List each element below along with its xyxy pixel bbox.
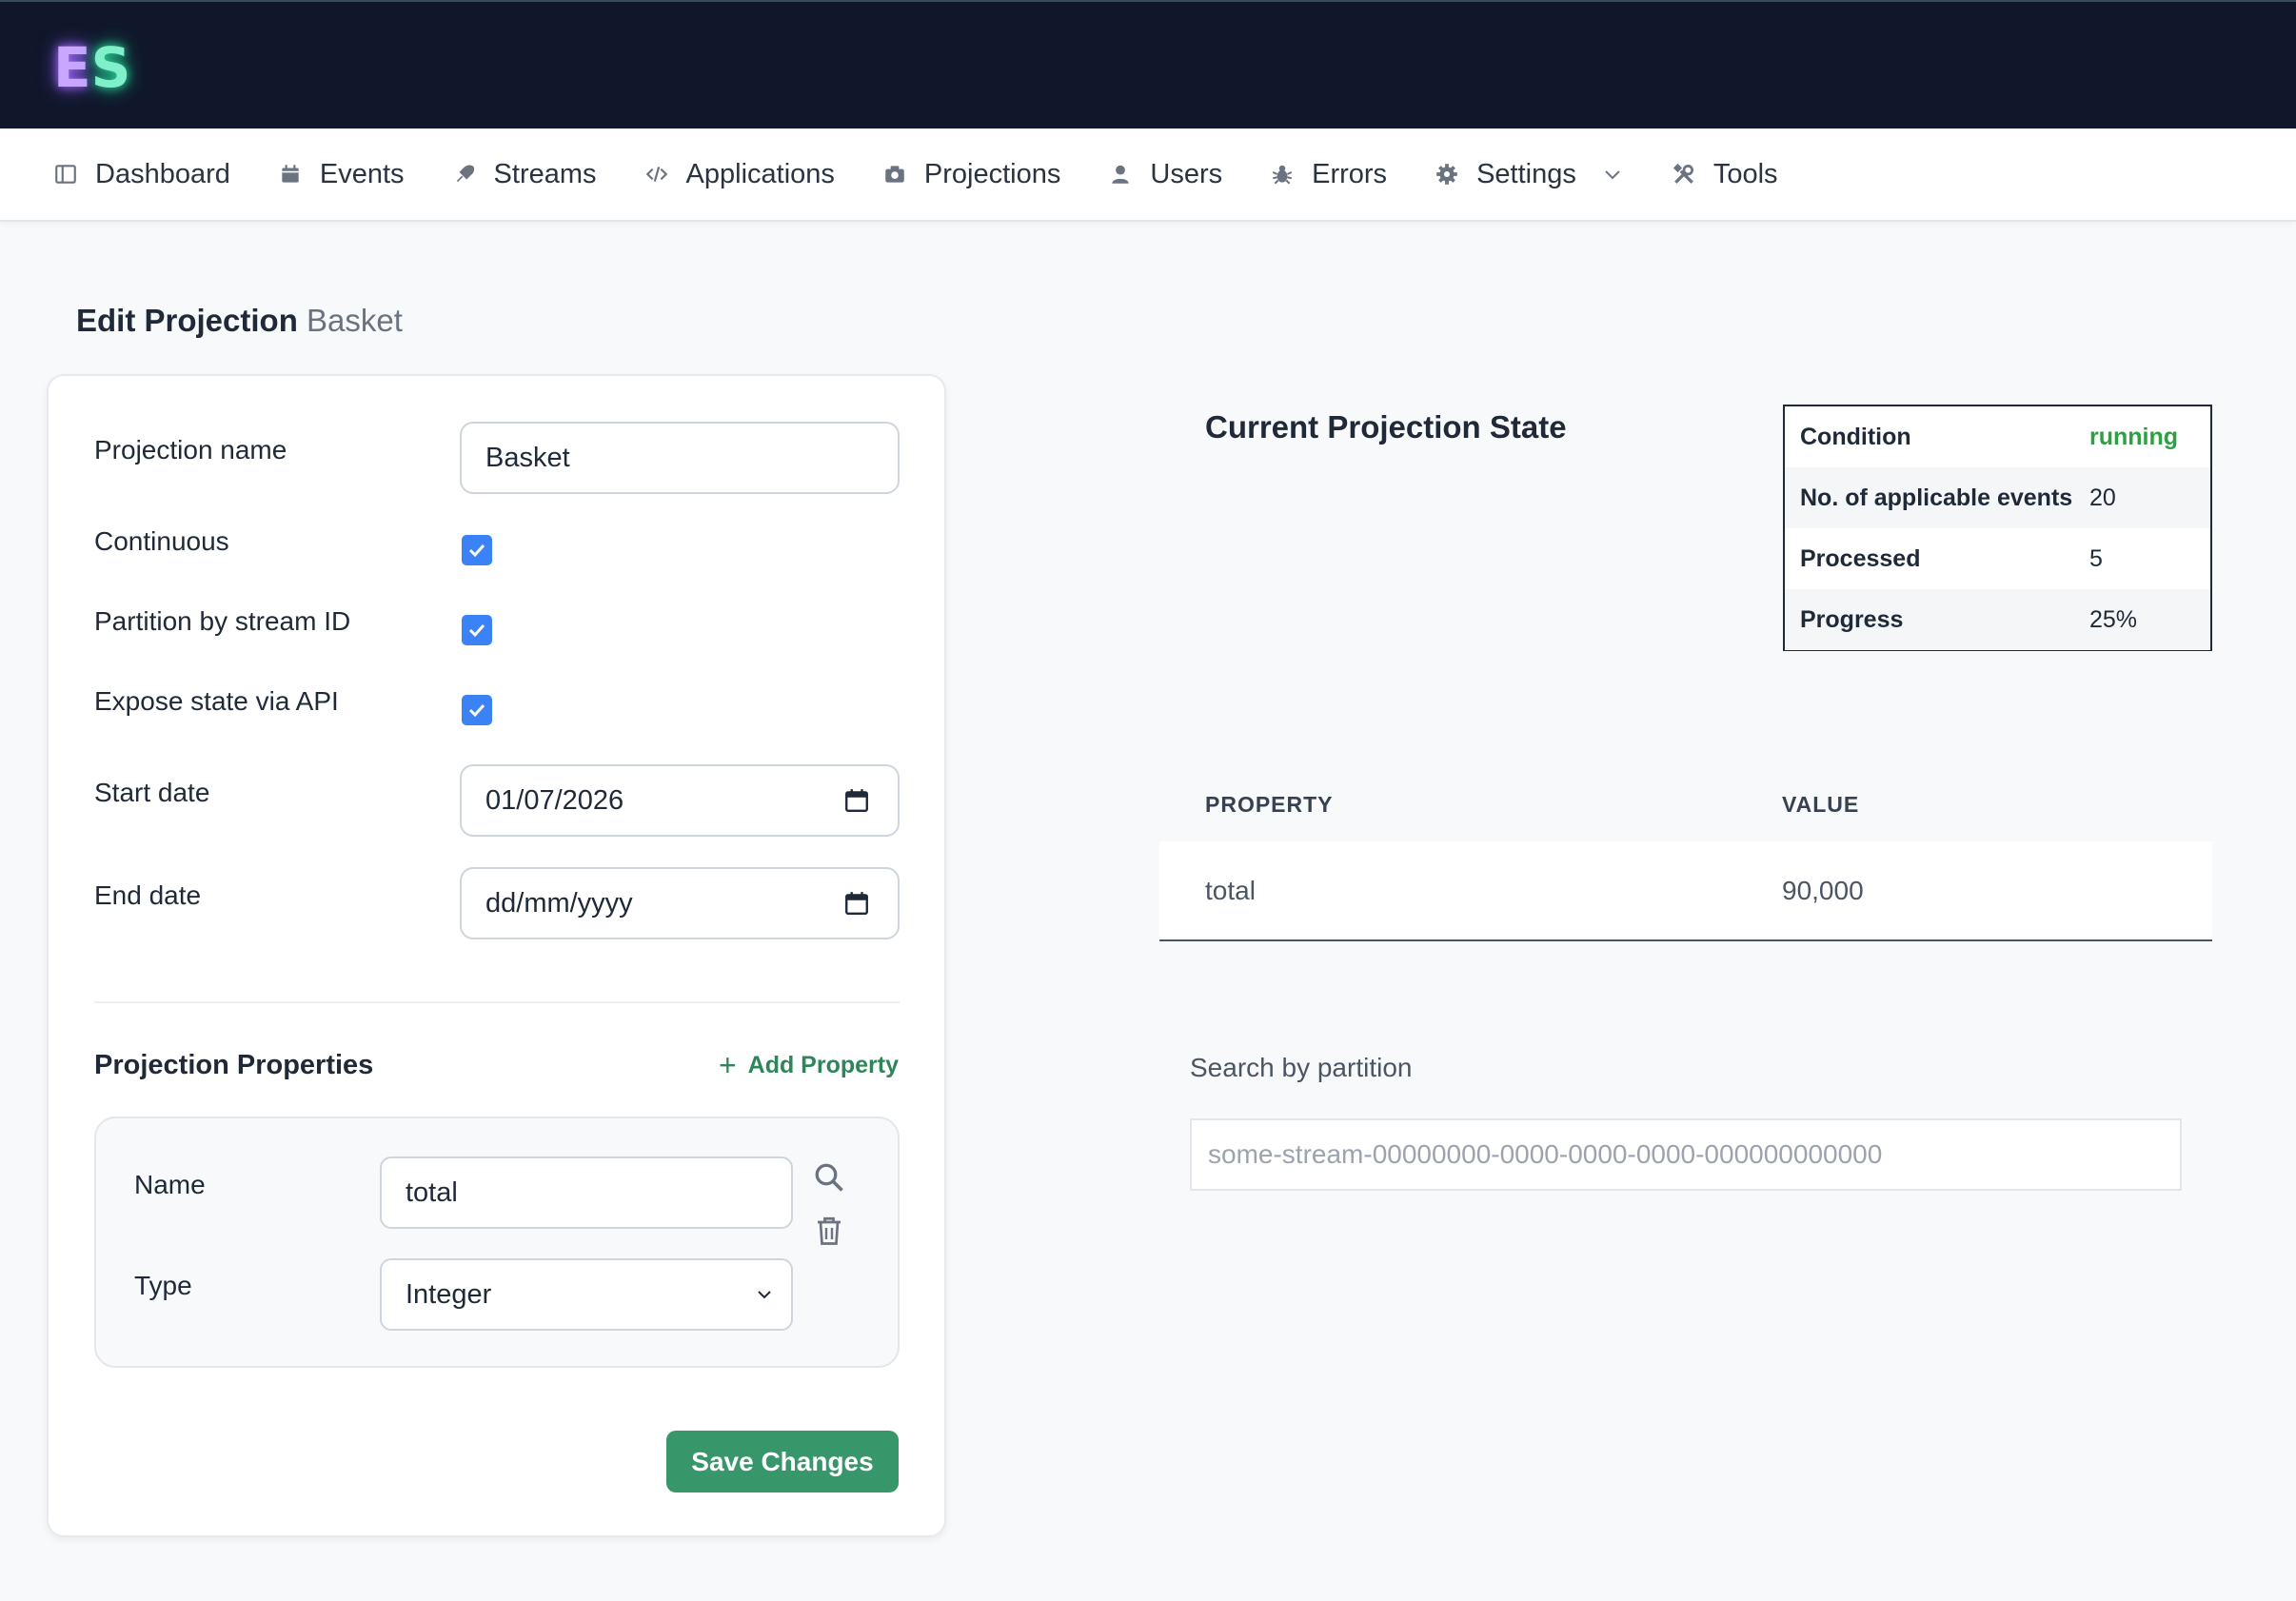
column-header-property: PROPERTY (1205, 792, 1334, 817)
start-date-label: Start date (94, 778, 210, 807)
bug-icon (1270, 162, 1295, 187)
value-cell: 90,000 (1782, 876, 1864, 905)
state-row: Progress 25% (1785, 589, 2210, 650)
save-changes-button[interactable]: Save Changes (666, 1431, 899, 1492)
partition-label: Partition by stream ID (94, 606, 351, 636)
search-partition-placeholder: some-stream-00000000-0000-0000-0000-0000… (1208, 1139, 1883, 1169)
expose-label: Expose state via API (94, 686, 339, 716)
edit-projection-form: Projection name Basket Continuous Partit… (47, 374, 946, 1537)
nav-settings[interactable]: Settings (1435, 159, 1624, 190)
state-value: 25% (2089, 605, 2138, 633)
nav-projections-label: Projections (923, 158, 1061, 189)
logo-letter-e: E (53, 35, 91, 100)
plus-icon: + (718, 1048, 737, 1082)
add-property-button[interactable]: + Add Property (718, 1048, 899, 1082)
projection-name-value: Basket (485, 442, 570, 473)
state-key: Condition (1800, 423, 1911, 450)
nav-projections[interactable]: Projections (882, 159, 1060, 190)
calendar-icon (278, 162, 303, 187)
property-name-input[interactable]: total (380, 1156, 793, 1229)
projection-name-label: Projection name (94, 435, 287, 464)
chevron-down-icon (758, 1291, 771, 1299)
end-date-placeholder: dd/mm/yyyy (485, 887, 633, 919)
projection-state-table: Condition running No. of applicable even… (1783, 405, 2212, 651)
expose-checkbox[interactable] (462, 695, 492, 725)
search-partition-input[interactable]: some-stream-00000000-0000-0000-0000-0000… (1190, 1118, 2182, 1191)
property-name-label: Name (134, 1170, 206, 1199)
state-value: 20 (2089, 484, 2116, 511)
top-bar: ES (0, 0, 2296, 128)
nav-errors-label: Errors (1312, 158, 1388, 189)
continuous-checkbox[interactable] (462, 535, 492, 565)
main-nav: Dashboard Events Streams Applications Pr… (0, 128, 2296, 222)
user-icon (1108, 162, 1133, 187)
nav-dashboard[interactable]: Dashboard (53, 159, 230, 190)
start-date-value: 01/07/2026 (485, 784, 624, 816)
chevron-down-icon[interactable] (1601, 163, 1624, 186)
property-type-value: Integer (406, 1278, 492, 1310)
nav-users[interactable]: Users (1108, 159, 1222, 190)
calendar-icon[interactable] (844, 890, 869, 917)
properties-table-header: PROPERTY VALUE (1205, 792, 2212, 818)
nav-tools-label: Tools (1712, 158, 1778, 189)
nav-applications-label: Applications (685, 158, 835, 189)
table-row: total 90,000 (1159, 841, 2212, 941)
app-logo[interactable]: ES (53, 36, 130, 99)
camera-icon (882, 162, 907, 187)
form-divider (94, 1001, 900, 1003)
calendar-icon[interactable] (844, 787, 869, 814)
nav-events-label: Events (319, 158, 405, 189)
partition-checkbox[interactable] (462, 615, 492, 645)
end-date-input[interactable]: dd/mm/yyyy (460, 867, 900, 939)
state-row: No. of applicable events 20 (1785, 467, 2210, 528)
continuous-label: Continuous (94, 526, 229, 556)
projection-name-input[interactable]: Basket (460, 422, 900, 494)
code-icon (644, 162, 669, 187)
state-row: Processed 5 (1785, 528, 2210, 589)
nav-streams[interactable]: Streams (452, 159, 597, 190)
search-icon[interactable] (812, 1160, 846, 1195)
checkmark-icon (468, 623, 485, 638)
projection-properties-title: Projection Properties (94, 1050, 374, 1080)
property-type-label: Type (134, 1271, 192, 1300)
state-key: Processed (1800, 544, 1921, 572)
nav-tools[interactable]: Tools (1672, 159, 1778, 190)
nav-settings-label: Settings (1476, 158, 1576, 189)
nav-dashboard-label: Dashboard (95, 158, 230, 189)
current-state-title: Current Projection State (1205, 409, 1567, 445)
page-title-subject: Basket (307, 303, 403, 338)
start-date-input[interactable]: 01/07/2026 (460, 764, 900, 837)
dashboard-icon (53, 162, 78, 187)
property-type-select[interactable]: Integer (380, 1258, 793, 1331)
add-property-label: Add Property (747, 1052, 899, 1078)
nav-errors[interactable]: Errors (1270, 159, 1387, 190)
page-title: Edit Projection Basket (76, 303, 403, 339)
column-header-value: VALUE (1782, 792, 1860, 817)
logo-letter-s: S (90, 35, 131, 100)
gear-icon (1435, 162, 1459, 187)
nav-streams-label: Streams (493, 158, 597, 189)
stream-icon (452, 162, 477, 187)
checkmark-icon (468, 703, 485, 718)
status-badge: running (2089, 423, 2179, 450)
checkmark-icon (468, 544, 485, 558)
property-editor: Name total Type Integer (94, 1117, 900, 1368)
search-partition-label: Search by partition (1190, 1053, 1413, 1082)
page-title-main: Edit Projection (76, 303, 298, 338)
tools-icon (1672, 162, 1696, 187)
state-value: 5 (2089, 544, 2103, 572)
state-row: Condition running (1785, 406, 2210, 467)
state-key: Progress (1800, 605, 1904, 633)
property-name-value: total (406, 1176, 458, 1208)
end-date-label: End date (94, 880, 202, 910)
trash-icon[interactable] (812, 1214, 846, 1248)
property-cell: total (1205, 876, 1256, 905)
nav-events[interactable]: Events (278, 159, 405, 190)
nav-applications[interactable]: Applications (644, 159, 835, 190)
state-key: No. of applicable events (1800, 484, 2073, 511)
nav-users-label: Users (1150, 158, 1223, 189)
